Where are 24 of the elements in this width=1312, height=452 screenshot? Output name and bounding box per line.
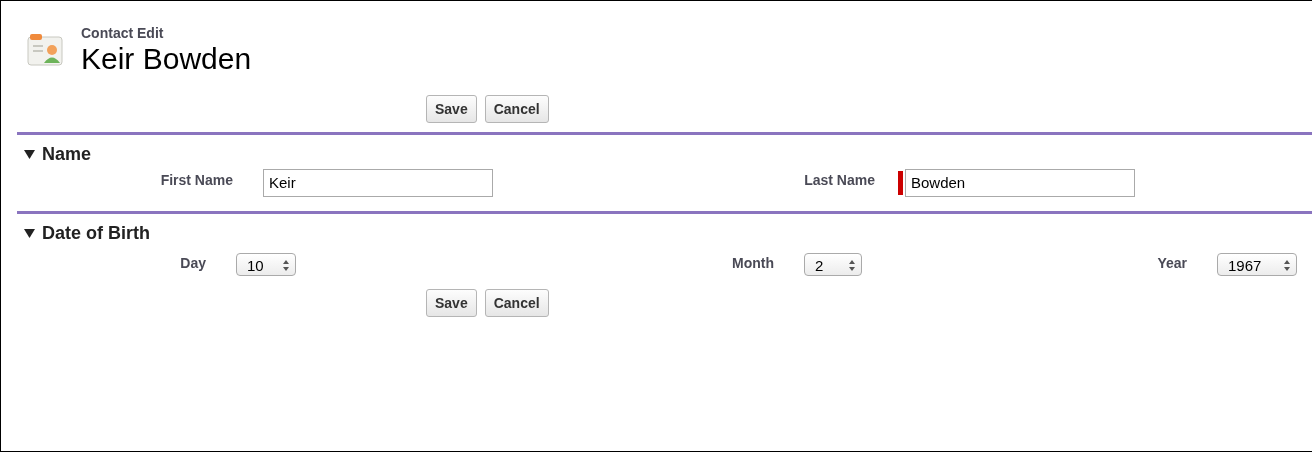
form-button[interactable]: Cancel [484,289,549,317]
field-label: Last Name [804,172,875,188]
page-title: Keir Bowden [81,42,252,76]
page-subtitle: Contact Edit [81,25,165,42]
text-input[interactable]: Keir [263,169,493,197]
collapse-triangle-icon[interactable] [24,228,35,238]
select-dropdown[interactable]: 2 [804,253,862,276]
form-button[interactable]: Save [426,289,477,317]
collapse-triangle-icon[interactable] [24,149,35,159]
select-dropdown[interactable]: 10 [236,253,296,276]
stepper-arrows-icon [283,260,289,271]
field-label: Day [180,255,206,271]
contact-card-icon [25,33,65,69]
field-label: Month [732,255,774,271]
stepper-arrows-icon [849,260,855,271]
form-button[interactable]: Cancel [484,95,549,123]
field-label: First Name [160,172,233,188]
select-dropdown[interactable]: 1967 [1217,253,1297,276]
stepper-arrows-icon [1284,260,1290,271]
text-input[interactable]: Bowden [905,169,1135,197]
form-button[interactable]: Save [426,95,477,123]
section-title: Name [42,143,92,165]
section-title: Date of Birth [42,222,150,244]
field-label: Year [1157,255,1187,271]
